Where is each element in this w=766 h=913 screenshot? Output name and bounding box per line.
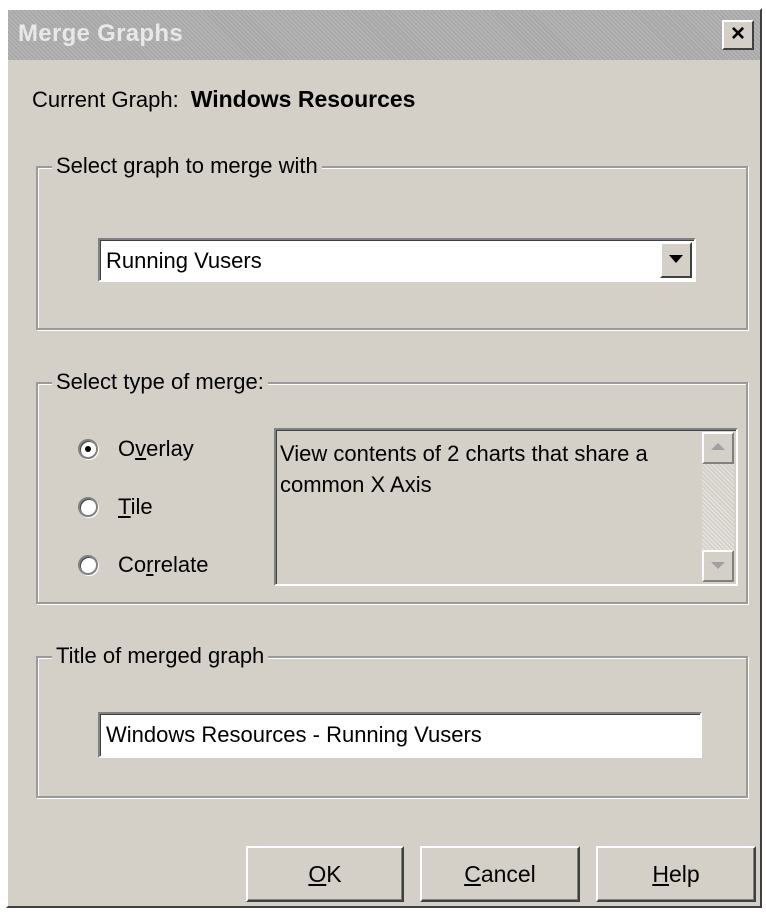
- graph-select-value: Running Vusers: [106, 248, 262, 273]
- radio-correlate[interactable]: Correlate: [78, 550, 209, 580]
- select-graph-group: Select graph to merge with Running Vuser…: [36, 152, 748, 330]
- graph-select-dropdown[interactable]: Running Vusers: [98, 238, 696, 282]
- radio-overlay-indicator[interactable]: [78, 439, 98, 459]
- merge-type-group: Select type of merge: Overlay Tile Corre…: [36, 368, 748, 604]
- radio-tile[interactable]: Tile: [78, 492, 153, 522]
- select-graph-legend: Select graph to merge with: [52, 152, 322, 180]
- merge-description-box: View contents of 2 charts that share a c…: [274, 428, 738, 586]
- radio-tile-indicator[interactable]: [78, 497, 98, 517]
- radio-correlate-label: Correlate: [118, 552, 209, 577]
- radio-overlay[interactable]: Overlay: [78, 434, 194, 464]
- description-scrollbar[interactable]: [702, 432, 734, 582]
- cancel-button[interactable]: Cancel: [420, 846, 580, 902]
- arrow-up-icon: [711, 443, 725, 450]
- ok-button-label: OK: [308, 860, 342, 887]
- radio-overlay-label: Overlay: [118, 436, 194, 461]
- current-graph-value: Windows Resources: [190, 86, 416, 112]
- ok-button[interactable]: OK: [246, 846, 404, 902]
- current-graph-label: Current Graph:: [32, 87, 179, 112]
- title-bar[interactable]: Merge Graphs ×: [8, 10, 760, 60]
- dropdown-button[interactable]: [660, 242, 692, 278]
- cancel-button-label: Cancel: [464, 860, 536, 887]
- merge-graphs-dialog: Merge Graphs × Current Graph: Windows Res…: [6, 8, 762, 908]
- scroll-up-button[interactable]: [702, 432, 734, 464]
- help-button-label: Help: [652, 860, 700, 887]
- merged-title-legend: Title of merged graph: [52, 642, 269, 670]
- arrow-down-icon: [711, 562, 725, 569]
- close-icon: ×: [730, 20, 745, 47]
- current-graph-row: Current Graph: Windows Resources: [32, 86, 415, 113]
- window-title: Merge Graphs: [18, 20, 183, 47]
- merge-type-legend: Select type of merge:: [52, 368, 268, 396]
- chevron-down-icon: [669, 255, 683, 263]
- scroll-down-button[interactable]: [702, 550, 734, 582]
- merge-description-text: View contents of 2 charts that share a c…: [280, 441, 648, 497]
- merged-title-group: Title of merged graph: [36, 642, 748, 798]
- radio-tile-label: Tile: [118, 494, 153, 519]
- close-button[interactable]: ×: [722, 20, 754, 50]
- help-button[interactable]: Help: [596, 846, 756, 902]
- radio-correlate-indicator[interactable]: [78, 555, 98, 575]
- merged-title-input[interactable]: [98, 712, 702, 758]
